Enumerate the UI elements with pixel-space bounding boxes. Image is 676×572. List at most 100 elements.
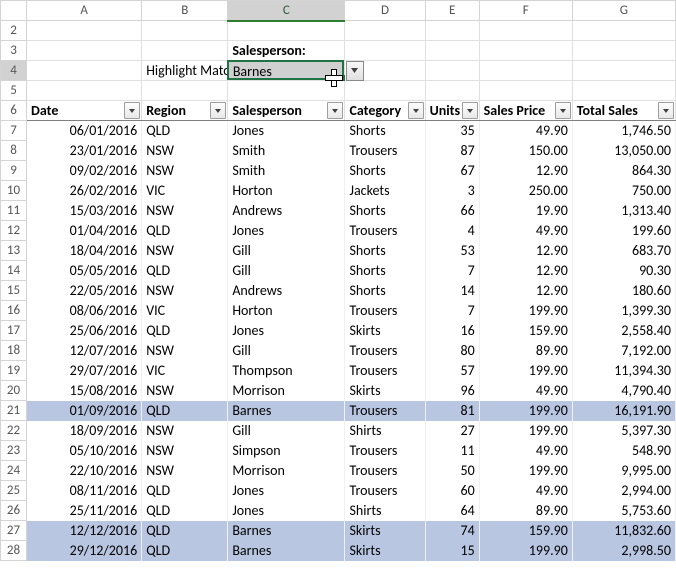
filter-button[interactable]	[327, 102, 343, 119]
cell-salesperson[interactable]: Horton	[228, 301, 345, 321]
row-header-24[interactable]: 24	[1, 461, 27, 481]
empty-cell[interactable]	[425, 81, 479, 101]
cell-salesperson[interactable]: Simpson	[228, 441, 345, 461]
empty-cell[interactable]	[345, 81, 425, 101]
cell-units[interactable]: 74	[425, 521, 479, 541]
cell-salesperson[interactable]: Jones	[228, 321, 345, 341]
cell-salesperson[interactable]: Barnes	[228, 401, 345, 421]
cell-units[interactable]: 53	[425, 241, 479, 261]
column-headers[interactable]: ABCDEFG	[1, 1, 676, 21]
cell-date[interactable]: 22/10/2016	[27, 461, 142, 481]
cell-units[interactable]: 87	[425, 141, 479, 161]
empty-cell[interactable]	[572, 61, 675, 81]
cell-total[interactable]: 9,995.00	[572, 461, 675, 481]
cell-units[interactable]: 81	[425, 401, 479, 421]
row-header-19[interactable]: 19	[1, 361, 27, 381]
row-header-5[interactable]: 5	[1, 81, 27, 101]
row-header-21[interactable]: 21	[1, 401, 27, 421]
cell-category[interactable]: Trousers	[345, 481, 425, 501]
cell-units[interactable]: 15	[425, 541, 479, 561]
cell-units[interactable]: 35	[425, 121, 479, 141]
row-header-7[interactable]: 7	[1, 121, 27, 141]
row-header-17[interactable]: 17	[1, 321, 27, 341]
filter-button[interactable]	[462, 102, 478, 119]
row-header-26[interactable]: 26	[1, 501, 27, 521]
cell-total[interactable]: 2,994.00	[572, 481, 675, 501]
cell-date[interactable]: 25/11/2016	[27, 501, 142, 521]
cell-date[interactable]: 26/02/2016	[27, 181, 142, 201]
cell-total[interactable]: 1,399.30	[572, 301, 675, 321]
empty-cell[interactable]	[27, 41, 142, 61]
cell-date[interactable]: 05/10/2016	[27, 441, 142, 461]
data-validation-dropdown-button[interactable]	[346, 61, 364, 81]
cell-salesperson[interactable]: Barnes	[228, 541, 345, 561]
filter-button[interactable]	[124, 102, 140, 119]
empty-cell[interactable]	[479, 61, 572, 81]
table-header-E[interactable]: Units	[425, 101, 479, 121]
cell-salesperson[interactable]: Horton	[228, 181, 345, 201]
cell-region[interactable]: QLD	[142, 221, 228, 241]
empty-cell[interactable]	[142, 41, 228, 61]
cell-date[interactable]: 15/03/2016	[27, 201, 142, 221]
cell-total[interactable]: 90.30	[572, 261, 675, 281]
table-header-D[interactable]: Category	[345, 101, 425, 121]
cell-region[interactable]: NSW	[142, 201, 228, 221]
empty-cell[interactable]	[345, 21, 425, 41]
cell-price[interactable]: 199.90	[479, 421, 572, 441]
cell-date[interactable]: 12/12/2016	[27, 521, 142, 541]
cell-total[interactable]: 16,191.90	[572, 401, 675, 421]
empty-cell[interactable]	[345, 41, 425, 61]
cell-category[interactable]: Shorts	[345, 161, 425, 181]
empty-cell[interactable]	[479, 21, 572, 41]
empty-cell[interactable]	[479, 41, 572, 61]
row-header-2[interactable]: 2	[1, 21, 27, 41]
cell-price[interactable]: 199.90	[479, 461, 572, 481]
cell-region[interactable]: QLD	[142, 121, 228, 141]
cell-total[interactable]: 548.90	[572, 441, 675, 461]
cell-units[interactable]: 67	[425, 161, 479, 181]
cell-price[interactable]: 12.90	[479, 281, 572, 301]
column-header-F[interactable]: F	[479, 1, 572, 21]
column-header-C[interactable]: C	[228, 1, 345, 21]
cell-category[interactable]: Trousers	[345, 141, 425, 161]
empty-cell[interactable]	[142, 21, 228, 41]
cell-salesperson[interactable]: Jones	[228, 481, 345, 501]
empty-cell[interactable]	[425, 21, 479, 41]
cell-region[interactable]: NSW	[142, 281, 228, 301]
cell-date[interactable]: 12/07/2016	[27, 341, 142, 361]
cell-units[interactable]: 7	[425, 261, 479, 281]
cell-region[interactable]: NSW	[142, 461, 228, 481]
empty-cell[interactable]	[27, 81, 142, 101]
cell-date[interactable]: 18/04/2016	[27, 241, 142, 261]
cell-region[interactable]: QLD	[142, 501, 228, 521]
cell-price[interactable]: 159.90	[479, 321, 572, 341]
table-header-C[interactable]: Salesperson	[228, 101, 345, 121]
cell-region[interactable]: NSW	[142, 141, 228, 161]
cell-units[interactable]: 11	[425, 441, 479, 461]
row-header-25[interactable]: 25	[1, 481, 27, 501]
cell-category[interactable]: Shorts	[345, 241, 425, 261]
cell-salesperson[interactable]: Jones	[228, 121, 345, 141]
cell-price[interactable]: 199.90	[479, 361, 572, 381]
cell-price[interactable]: 199.90	[479, 301, 572, 321]
cell-total[interactable]: 13,050.00	[572, 141, 675, 161]
table-header-A[interactable]: Date	[27, 101, 142, 121]
row-header-27[interactable]: 27	[1, 521, 27, 541]
cell-salesperson[interactable]: Jones	[228, 221, 345, 241]
empty-cell[interactable]	[27, 61, 142, 81]
empty-cell[interactable]	[572, 41, 675, 61]
cell-region[interactable]: QLD	[142, 321, 228, 341]
row-header-16[interactable]: 16	[1, 301, 27, 321]
empty-cell[interactable]	[572, 21, 675, 41]
cell-price[interactable]: 49.90	[479, 121, 572, 141]
cell-total[interactable]: 683.70	[572, 241, 675, 261]
cell-price[interactable]: 12.90	[479, 241, 572, 261]
filter-button[interactable]	[555, 102, 571, 119]
cell-salesperson[interactable]: Andrews	[228, 281, 345, 301]
empty-cell[interactable]	[425, 61, 479, 81]
cell-units[interactable]: 27	[425, 421, 479, 441]
cell-date[interactable]: 23/01/2016	[27, 141, 142, 161]
empty-cell[interactable]	[479, 81, 572, 101]
cell-category[interactable]: Shorts	[345, 201, 425, 221]
cell-date[interactable]: 18/09/2016	[27, 421, 142, 441]
